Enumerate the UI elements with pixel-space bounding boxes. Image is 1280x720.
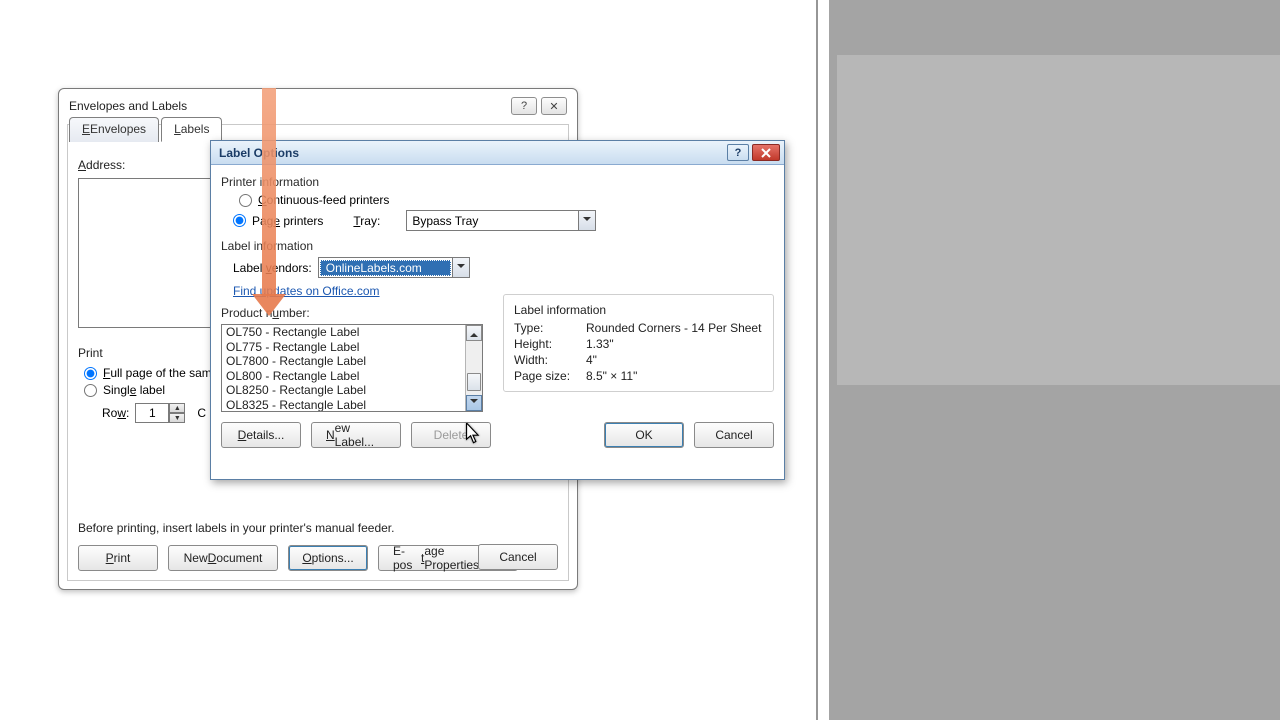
cancel-button[interactable]: Cancel [478, 544, 558, 570]
scroll-thumb[interactable] [467, 373, 481, 391]
details-button[interactable]: Details... [221, 422, 301, 448]
row-spin-down[interactable]: ▼ [169, 413, 185, 423]
ok-button[interactable]: OK [604, 422, 684, 448]
close-button[interactable] [752, 144, 780, 161]
type-key: Type: [514, 321, 576, 335]
close-icon [761, 148, 771, 158]
row-label: Row: [102, 406, 129, 420]
row-input[interactable] [135, 403, 169, 423]
panel-divider [816, 0, 818, 720]
list-item[interactable]: OL750 - Rectangle Label [222, 325, 465, 340]
radio-page-printers-input[interactable] [233, 214, 246, 227]
print-button[interactable]: Print [78, 545, 158, 571]
height-key: Height: [514, 337, 576, 351]
label-info-panel: Label information Type: Rounded Corners -… [503, 294, 774, 392]
feeder-note: Before printing, insert labels in your p… [78, 521, 394, 535]
help-button[interactable]: ? [511, 97, 537, 115]
radio-continuous-input[interactable] [239, 194, 252, 207]
dialog-title: Envelopes and Labels [69, 99, 507, 113]
list-item[interactable]: OL8250 - Rectangle Label [222, 383, 465, 398]
chevron-down-icon [452, 258, 469, 277]
width-key: Width: [514, 353, 576, 367]
new-label-button[interactable]: New Label... [311, 422, 401, 448]
tray-label: Tray: [353, 214, 380, 228]
tray-select[interactable]: Bypass Tray [406, 210, 596, 231]
vendor-select[interactable]: OnlineLabels.com [318, 257, 470, 278]
radio-page-printers[interactable]: Page printers [233, 214, 323, 228]
vendor-label: Label vendors: [233, 261, 312, 275]
workspace-inner [837, 55, 1280, 385]
type-value: Rounded Corners - 14 Per Sheet [586, 321, 761, 335]
scroll-up-button[interactable] [466, 325, 482, 341]
cancel-button[interactable]: Cancel [694, 422, 774, 448]
list-item[interactable]: OL7800 - Rectangle Label [222, 354, 465, 369]
help-button[interactable]: ? [727, 144, 749, 161]
listbox-scrollbar[interactable] [465, 325, 482, 411]
close-button[interactable]: ✕ [541, 97, 567, 115]
tray-value: Bypass Tray [407, 214, 578, 228]
chevron-down-icon [578, 211, 595, 230]
options-button[interactable]: Options... [288, 545, 368, 571]
office-updates-link[interactable]: Find updates on Office.com [233, 284, 380, 298]
list-item[interactable]: OL800 - Rectangle Label [222, 369, 465, 384]
new-document-button[interactable]: New Document [168, 545, 278, 571]
list-item[interactable]: OL8325 - Rectangle Label [222, 398, 465, 413]
radio-full-page-input[interactable] [84, 367, 97, 380]
col-label-fragment: C [197, 406, 206, 420]
row-spin-up[interactable]: ▲ [169, 403, 185, 413]
label-info-heading: Label information [221, 239, 774, 253]
label-options-title: Label Options [219, 146, 727, 160]
workspace-panel [829, 0, 1280, 720]
label-options-dialog: Label Options ? Printer information Cont… [210, 140, 785, 480]
info-title: Label information [514, 303, 763, 317]
radio-continuous[interactable]: Continuous-feed printers [239, 193, 774, 207]
width-value: 4" [586, 353, 597, 367]
delete-button: Delete [411, 422, 491, 448]
tab-labels[interactable]: Labels [161, 117, 222, 142]
radio-single-input[interactable] [84, 384, 97, 397]
pagesize-value: 8.5" × 11" [586, 369, 637, 383]
list-item[interactable]: OL775 - Rectangle Label [222, 340, 465, 355]
height-value: 1.33" [586, 337, 614, 351]
product-number-label: Product number: [221, 306, 483, 320]
vendor-value: OnlineLabels.com [320, 260, 451, 276]
scroll-down-button[interactable] [466, 395, 482, 411]
tab-envelopes[interactable]: EEnvelopes [69, 117, 159, 142]
printer-info-heading: Printer information [221, 175, 774, 189]
pagesize-key: Page size: [514, 369, 576, 383]
product-listbox[interactable]: OL750 - Rectangle Label OL775 - Rectangl… [221, 324, 483, 412]
label-options-titlebar[interactable]: Label Options ? [211, 141, 784, 165]
